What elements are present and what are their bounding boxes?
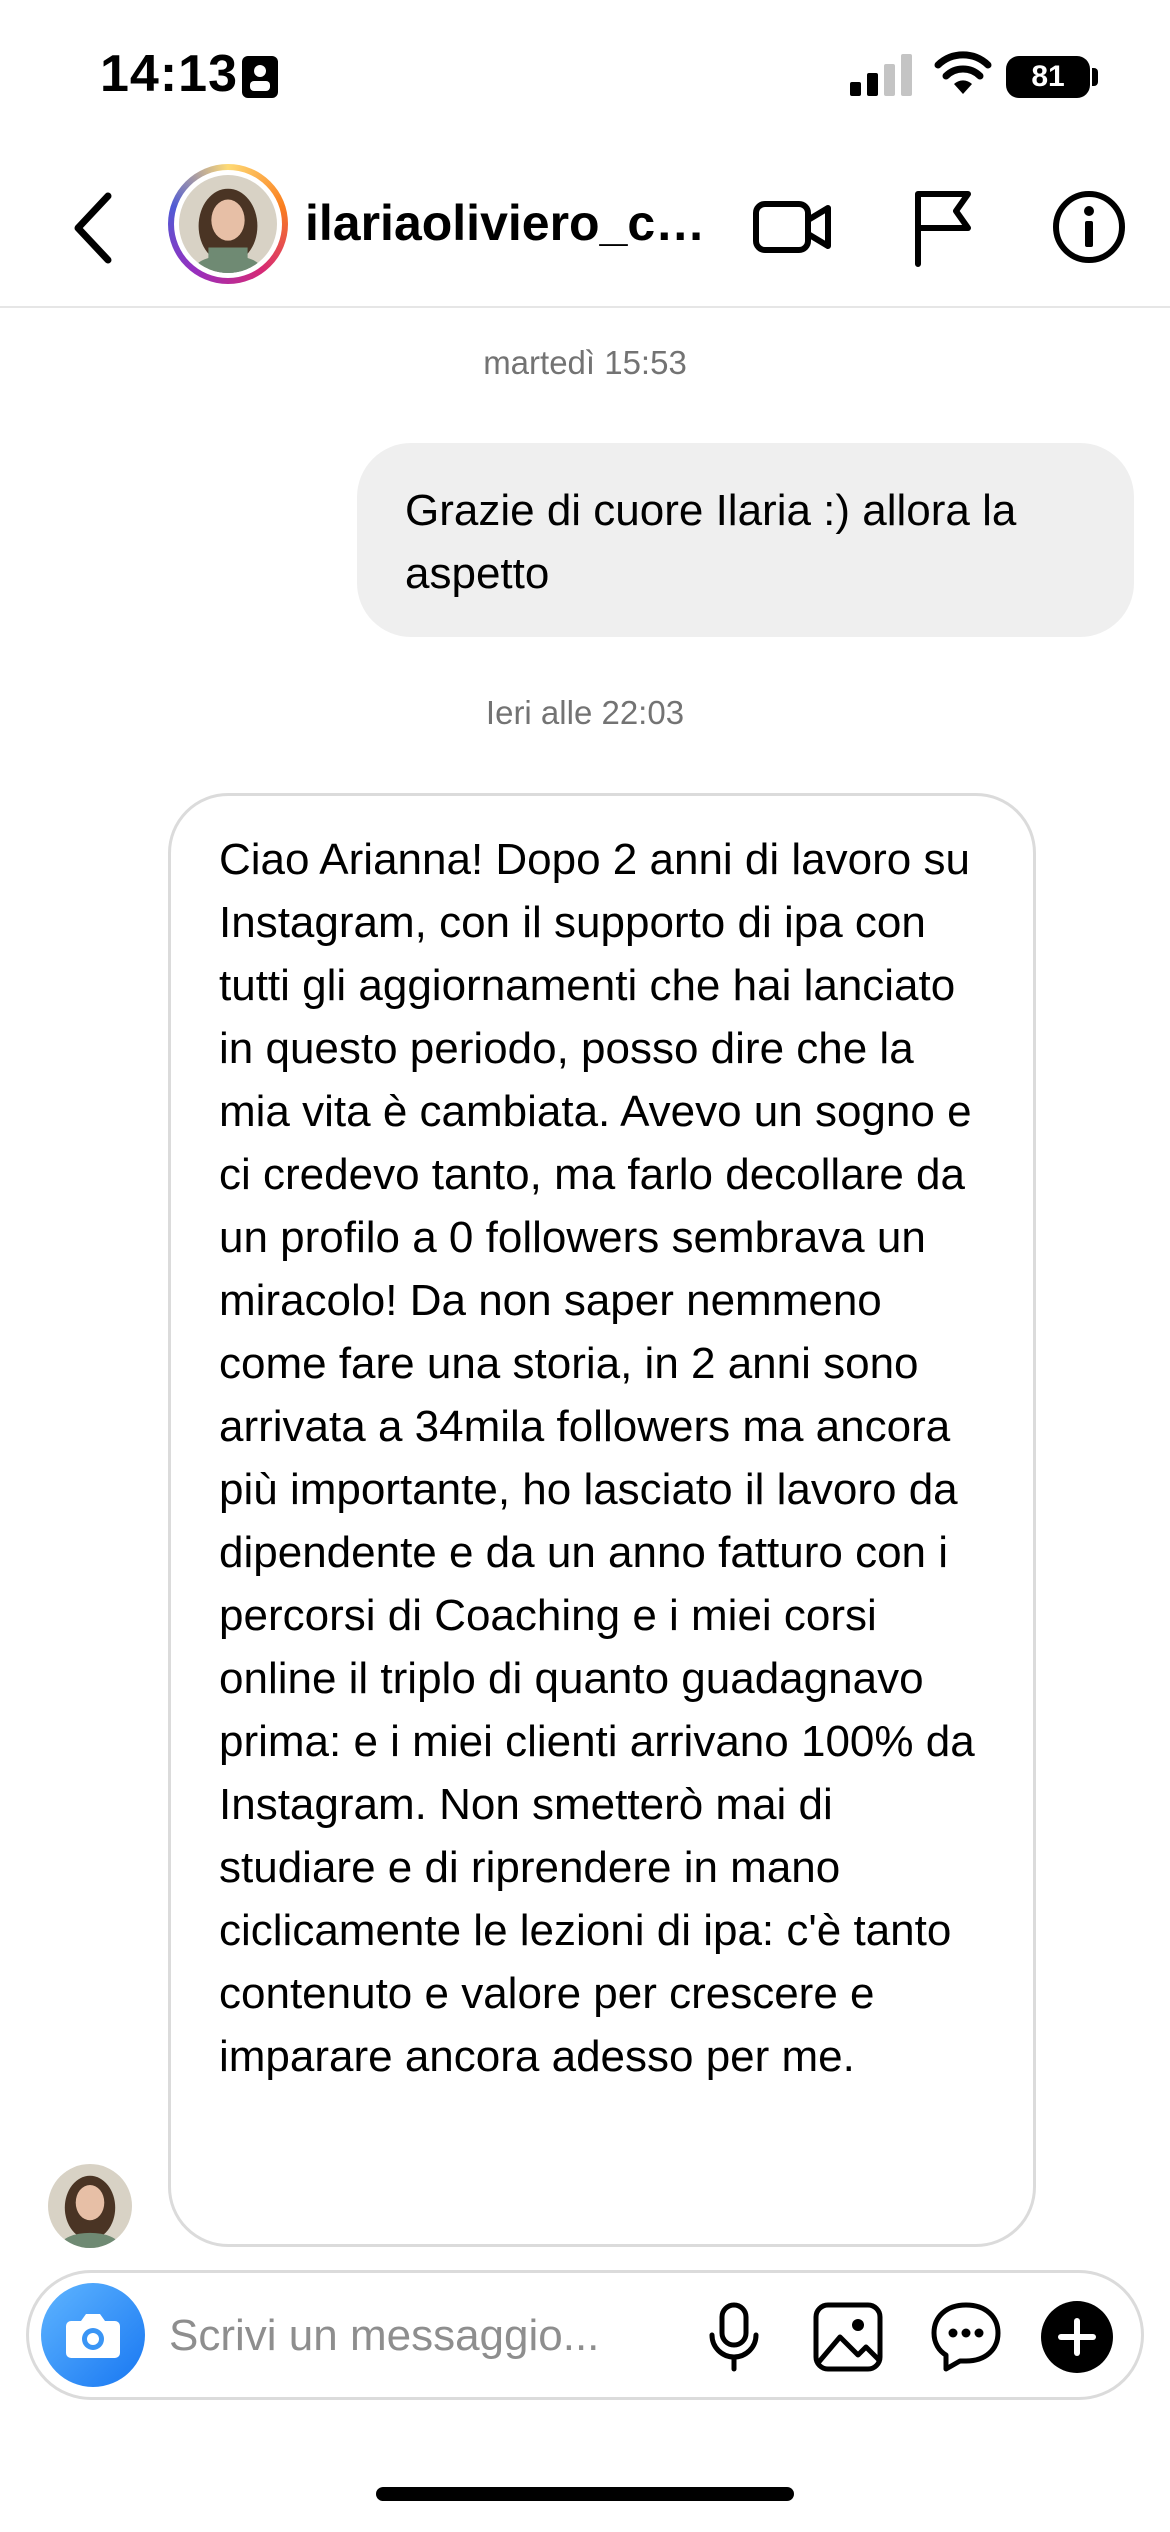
microphone-icon[interactable] xyxy=(694,2297,774,2377)
signal-icon xyxy=(850,54,912,96)
profile-photo xyxy=(179,175,277,283)
incoming-message[interactable]: Ciao Arianna! Dopo 2 anni di lavoro su I… xyxy=(168,793,1036,2247)
battery-indicator: 81 xyxy=(1006,56,1090,98)
camera-button[interactable] xyxy=(41,2283,145,2387)
flag-icon[interactable] xyxy=(900,184,986,270)
sender-avatar[interactable] xyxy=(48,2164,132,2248)
avatar[interactable] xyxy=(168,164,288,284)
outgoing-message[interactable]: Grazie di cuore Ilaria :) allora la aspe… xyxy=(357,443,1134,637)
home-indicator xyxy=(376,2487,794,2501)
chat-header: ilariaoliviero_co... xyxy=(0,150,1170,308)
camera-icon xyxy=(66,2314,120,2358)
gallery-icon[interactable] xyxy=(808,2297,888,2377)
status-time: 14:13 xyxy=(100,45,238,103)
plus-icon[interactable] xyxy=(1037,2297,1117,2377)
sticker-chat-icon[interactable] xyxy=(926,2297,1006,2377)
video-call-icon[interactable] xyxy=(750,184,836,270)
message-composer xyxy=(26,2270,1144,2400)
status-bar: 14:13 81 xyxy=(0,0,1170,150)
id-card-icon xyxy=(242,56,278,98)
message-timestamp: martedì 15:53 xyxy=(483,344,687,381)
message-timestamp: Ieri alle 22:03 xyxy=(485,694,685,731)
info-icon[interactable] xyxy=(1046,184,1132,270)
contact-username[interactable]: ilariaoliviero_co... xyxy=(305,194,725,252)
battery-tip xyxy=(1092,68,1098,86)
wifi-icon xyxy=(934,51,992,94)
message-input[interactable] xyxy=(169,2303,689,2369)
back-chevron-icon[interactable] xyxy=(60,188,130,268)
